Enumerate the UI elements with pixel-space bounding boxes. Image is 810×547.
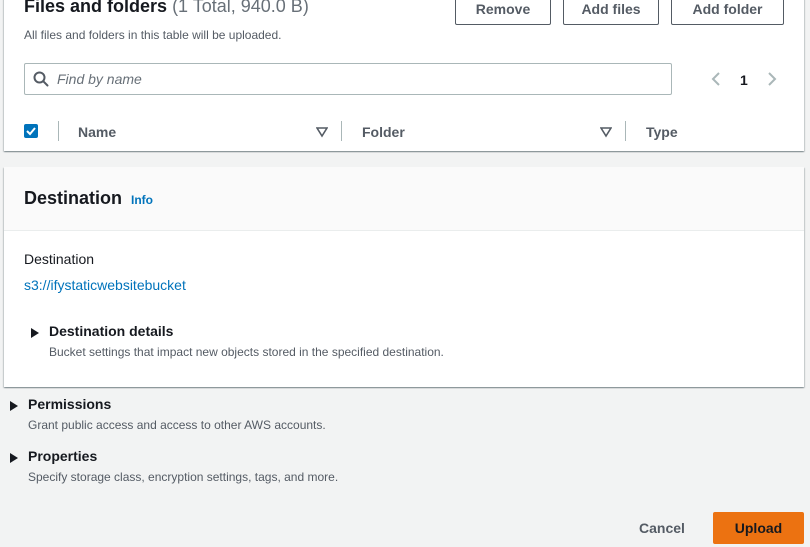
destination-details-description: Bucket settings that impact new objects …	[49, 345, 444, 359]
previous-page-icon[interactable]	[710, 71, 722, 92]
properties-description: Specify storage class, encryption settin…	[28, 470, 339, 484]
destination-bucket-link[interactable]: s3://ifystaticwebsitebucket	[24, 277, 186, 293]
files-description: All files and folders in this table will…	[24, 28, 282, 42]
destination-panel: Destination Info Destination s3://ifysta…	[4, 167, 804, 387]
column-header-name[interactable]: Name	[78, 124, 116, 140]
destination-label: Destination	[24, 251, 95, 267]
column-header-folder[interactable]: Folder	[362, 124, 405, 140]
permissions-description: Grant public access and access to other …	[28, 418, 326, 432]
properties-expander[interactable]: Properties Specify storage class, encryp…	[9, 448, 509, 488]
destination-details-title: Destination details	[49, 323, 174, 339]
sort-down-icon[interactable]	[315, 125, 329, 143]
files-title-text: Files and folders	[24, 0, 168, 16]
sort-down-icon[interactable]	[599, 125, 613, 143]
checkmark-icon	[26, 127, 36, 136]
table-header: Name Folder Type	[4, 113, 804, 151]
info-link[interactable]: Info	[131, 193, 153, 207]
permissions-expander[interactable]: Permissions Grant public access and acce…	[9, 396, 509, 436]
column-divider	[58, 121, 59, 141]
remove-button[interactable]: Remove	[455, 0, 551, 25]
add-folder-button[interactable]: Add folder	[671, 0, 784, 25]
upload-button[interactable]: Upload	[713, 512, 804, 544]
search-input[interactable]	[55, 64, 655, 94]
destination-details-expander[interactable]: Destination details Bucket settings that…	[30, 323, 530, 363]
next-page-icon[interactable]	[766, 71, 778, 92]
permissions-title: Permissions	[28, 396, 112, 412]
select-all-checkbox[interactable]	[24, 124, 38, 138]
destination-title: Destination	[24, 188, 123, 208]
files-count: (1 Total, 940.0 B)	[172, 0, 309, 16]
column-divider	[625, 121, 626, 141]
search-field[interactable]	[24, 63, 672, 95]
caret-right-icon	[9, 451, 19, 469]
column-header-type[interactable]: Type	[646, 124, 678, 140]
caret-right-icon	[30, 326, 40, 344]
caret-right-icon	[9, 399, 19, 417]
cancel-button[interactable]: Cancel	[624, 513, 700, 543]
destination-header: Destination Info	[4, 167, 804, 231]
files-title: Files and folders (1 Total, 940.0 B)	[24, 0, 309, 17]
files-and-folders-panel: Files and folders (1 Total, 940.0 B) All…	[4, 0, 804, 151]
column-divider	[341, 121, 342, 141]
page-number[interactable]: 1	[740, 72, 748, 88]
add-files-button[interactable]: Add files	[563, 0, 659, 25]
search-icon	[33, 71, 49, 92]
properties-title: Properties	[28, 448, 98, 464]
